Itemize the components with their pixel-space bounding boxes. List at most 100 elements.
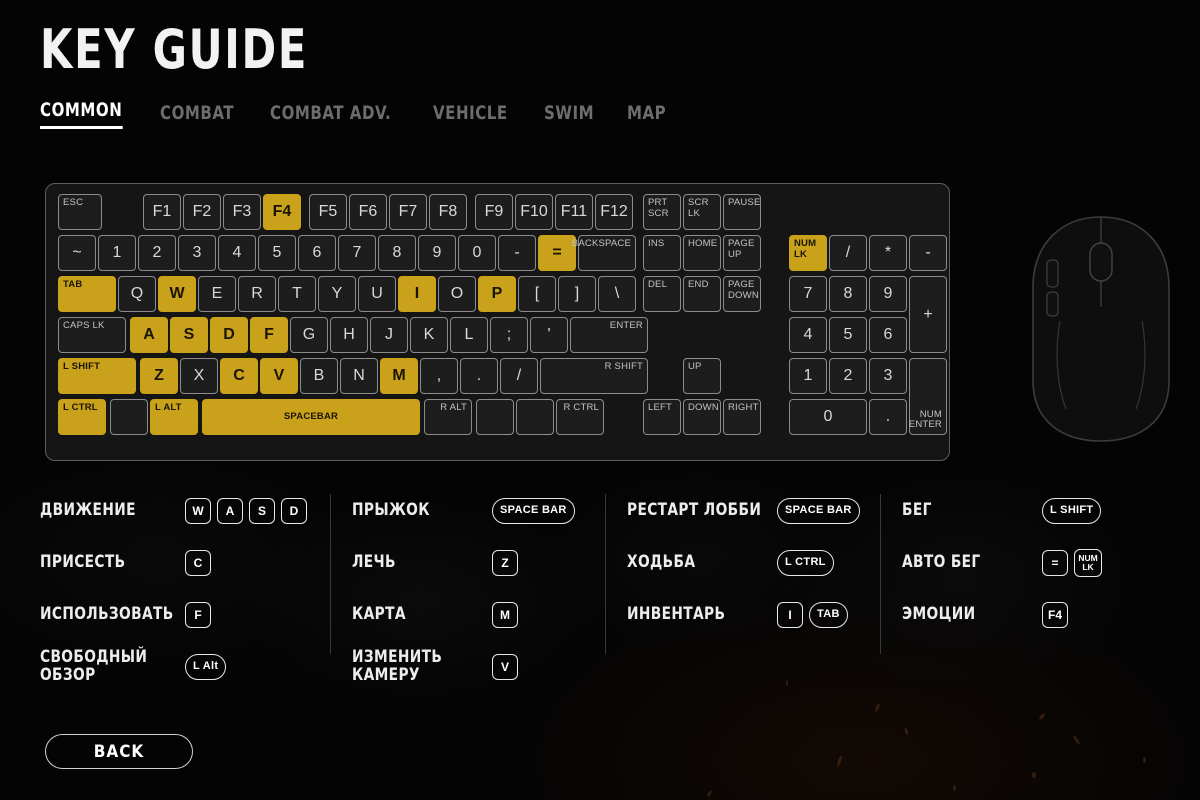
kb-key-l[interactable]: L: [450, 317, 488, 353]
kb-key-z[interactable]: Z: [140, 358, 178, 394]
kb-key-f6[interactable]: F6: [349, 194, 387, 230]
kb-key-num-lk[interactable]: NUM LK: [789, 235, 827, 271]
kb-key-1[interactable]: 1: [789, 358, 827, 394]
binding-key-f[interactable]: F: [185, 602, 211, 628]
binding-key-space-bar[interactable]: SPACE BAR: [492, 498, 575, 524]
kb-key-backspace[interactable]: BACKSPACE: [572, 235, 636, 271]
kb-key-2[interactable]: 2: [829, 358, 867, 394]
kb-key-b[interactable]: B: [300, 358, 338, 394]
kb-key-r-alt[interactable]: R ALT: [424, 399, 472, 435]
kb-key-l-alt[interactable]: L ALT: [150, 399, 198, 435]
binding-key-space-bar[interactable]: SPACE BAR: [777, 498, 860, 524]
tab-combat-adv[interactable]: COMBAT ADV.: [270, 102, 391, 129]
kb-key-num-enter[interactable]: NUM ENTER: [909, 358, 947, 435]
kb-key-down[interactable]: DOWN: [683, 399, 721, 435]
kb-key-f8[interactable]: F8: [429, 194, 467, 230]
kb-key-right[interactable]: RIGHT: [723, 399, 761, 435]
binding-key-v[interactable]: V: [492, 654, 518, 680]
kb-key-up[interactable]: UP: [683, 358, 721, 394]
binding-key-a[interactable]: A: [217, 498, 243, 524]
kb-key-tab[interactable]: TAB: [58, 276, 116, 312]
kb-key-blank[interactable]: ]: [558, 276, 596, 312]
kb-key-5[interactable]: 5: [258, 235, 296, 271]
kb-key-blank[interactable]: ;: [490, 317, 528, 353]
kb-key-f[interactable]: F: [250, 317, 288, 353]
kb-key-end[interactable]: END: [683, 276, 721, 312]
kb-key-pause[interactable]: PAUSE: [723, 194, 761, 230]
kb-key-w[interactable]: W: [158, 276, 196, 312]
kb-key-4[interactable]: 4: [789, 317, 827, 353]
kb-key-ins[interactable]: INS: [643, 235, 681, 271]
kb-key-blank[interactable]: *: [869, 235, 907, 271]
binding-key-tab[interactable]: TAB: [809, 602, 848, 628]
kb-key-del[interactable]: DEL: [643, 276, 681, 312]
kb-key-j[interactable]: J: [370, 317, 408, 353]
kb-key-v[interactable]: V: [260, 358, 298, 394]
kb-key-f9[interactable]: F9: [475, 194, 513, 230]
binding-key-d[interactable]: D: [281, 498, 307, 524]
kb-key-5[interactable]: 5: [829, 317, 867, 353]
kb-key-home[interactable]: HOME: [683, 235, 721, 271]
kb-key-e[interactable]: E: [198, 276, 236, 312]
kb-key-2[interactable]: 2: [138, 235, 176, 271]
kb-key-blank[interactable]: +: [909, 276, 947, 353]
kb-key-a[interactable]: A: [130, 317, 168, 353]
kb-key-f3[interactable]: F3: [223, 194, 261, 230]
kb-key-g[interactable]: G: [290, 317, 328, 353]
kb-key-f5[interactable]: F5: [309, 194, 347, 230]
kb-key-7[interactable]: 7: [789, 276, 827, 312]
kb-key-n[interactable]: N: [340, 358, 378, 394]
kb-key-m[interactable]: M: [380, 358, 418, 394]
kb-key-p[interactable]: P: [478, 276, 516, 312]
tab-swim[interactable]: SWIM: [544, 102, 594, 129]
kb-key-blank[interactable]: ': [530, 317, 568, 353]
kb-key-0[interactable]: 0: [458, 235, 496, 271]
kb-key-y[interactable]: Y: [318, 276, 356, 312]
kb-key-blank[interactable]: =: [538, 235, 576, 271]
kb-key-blank[interactable]: \: [598, 276, 636, 312]
kb-key-f7[interactable]: F7: [389, 194, 427, 230]
kb-key-d[interactable]: D: [210, 317, 248, 353]
binding-key-z[interactable]: Z: [492, 550, 518, 576]
kb-key-6[interactable]: 6: [869, 317, 907, 353]
kb-key-scr-lk[interactable]: SCR LK: [683, 194, 721, 230]
back-button[interactable]: BACK: [45, 734, 193, 769]
tab-combat[interactable]: COMBAT: [160, 102, 234, 129]
binding-key-l-shift[interactable]: L SHIFT: [1042, 498, 1102, 524]
kb-key-f2[interactable]: F2: [183, 194, 221, 230]
kb-key-blank[interactable]: [476, 399, 514, 435]
kb-key-enter[interactable]: ENTER: [570, 317, 648, 353]
kb-key-blank[interactable]: [516, 399, 554, 435]
binding-key-[interactable]: =: [1042, 550, 1068, 576]
kb-key-blank[interactable]: .: [460, 358, 498, 394]
kb-key-f10[interactable]: F10: [515, 194, 553, 230]
kb-key-0[interactable]: 0: [789, 399, 867, 435]
kb-key-9[interactable]: 9: [418, 235, 456, 271]
kb-key-l-shift[interactable]: L SHIFT: [58, 358, 136, 394]
kb-key-page-down[interactable]: PAGE DOWN: [723, 276, 761, 312]
kb-key-caps-lk[interactable]: CAPS LK: [58, 317, 126, 353]
kb-key-blank[interactable]: /: [500, 358, 538, 394]
kb-key-blank[interactable]: /: [829, 235, 867, 271]
kb-key-esc[interactable]: ESC: [58, 194, 102, 230]
tab-map[interactable]: MAP: [627, 102, 666, 129]
kb-key-f4[interactable]: F4: [263, 194, 301, 230]
kb-key-3[interactable]: 3: [178, 235, 216, 271]
kb-key-left[interactable]: LEFT: [643, 399, 681, 435]
binding-key-w[interactable]: W: [185, 498, 211, 524]
binding-key-f4[interactable]: F4: [1042, 602, 1068, 628]
kb-key-prt-scr[interactable]: PRT SCR: [643, 194, 681, 230]
kb-key-r-ctrl[interactable]: R CTRL: [556, 399, 604, 435]
kb-key-s[interactable]: S: [170, 317, 208, 353]
kb-key-4[interactable]: 4: [218, 235, 256, 271]
kb-key-blank[interactable]: -: [909, 235, 947, 271]
kb-key-t[interactable]: T: [278, 276, 316, 312]
binding-key-num-lk[interactable]: NUM LK: [1074, 549, 1102, 577]
kb-key-f1[interactable]: F1: [143, 194, 181, 230]
kb-key-7[interactable]: 7: [338, 235, 376, 271]
kb-key-blank[interactable]: ~: [58, 235, 96, 271]
binding-key-l-ctrl[interactable]: L CTRL: [777, 550, 834, 576]
kb-key-r-shift[interactable]: R SHIFT: [540, 358, 648, 394]
kb-key-1[interactable]: 1: [98, 235, 136, 271]
kb-key-3[interactable]: 3: [869, 358, 907, 394]
